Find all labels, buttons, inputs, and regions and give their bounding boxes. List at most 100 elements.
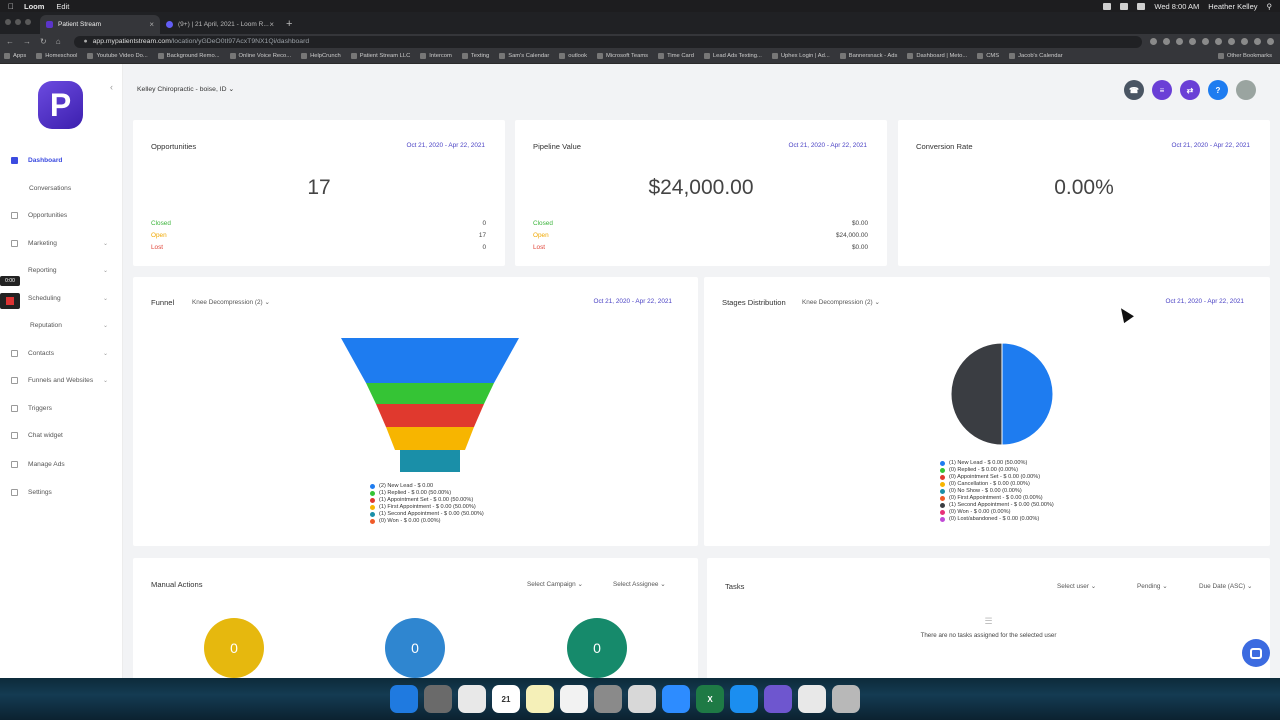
bookmark-item[interactable]: Time Card	[658, 53, 694, 59]
bookmark-item[interactable]: Intercom	[420, 53, 452, 59]
extension-icon[interactable]	[1228, 38, 1235, 45]
menu-dots-icon[interactable]	[1267, 38, 1274, 45]
bookmark-item[interactable]: Background Remo...	[157, 53, 220, 59]
sidebar-item-marketing[interactable]: Marketing ⌄	[0, 233, 123, 253]
browser-tab-active[interactable]: Patient Stream ×	[40, 15, 160, 34]
legend-item[interactable]: (0) Won - $ 0.00 (0.00%)	[940, 509, 1054, 516]
sidebar-item-funnels[interactable]: Funnels and Websites ⌄	[0, 370, 123, 390]
window-controls[interactable]	[5, 19, 31, 25]
date-range[interactable]: Oct 21, 2020 - Apr 22, 2021	[1165, 298, 1244, 305]
pipeline-dropdown[interactable]: Knee Decompression (2) ⌄	[192, 298, 270, 306]
bookmark-item[interactable]: Microsoft Teams	[596, 53, 648, 59]
funnel-stage-appointment-set[interactable]	[376, 404, 484, 427]
profile-avatar-icon[interactable]	[1254, 38, 1261, 45]
browser-tab[interactable]: (9+) | 21 April, 2021 - Loom R... ×	[160, 15, 280, 34]
forward-icon[interactable]: →	[23, 37, 31, 46]
avatar[interactable]	[1236, 80, 1256, 100]
extension-icon[interactable]	[1176, 38, 1183, 45]
bookmark-item[interactable]: outlook	[559, 53, 587, 59]
bookmark-item[interactable]: Bannersnack - Ads	[839, 53, 897, 59]
sort-dropdown[interactable]: Due Date (ASC) ⌄	[1199, 582, 1252, 590]
dock-app-icon[interactable]	[764, 685, 792, 713]
dock-app-icon[interactable]	[798, 685, 826, 713]
manual-action-count[interactable]: 0	[385, 618, 445, 678]
location-selector[interactable]: Kelley Chiropractic - boise, ID ⌄	[137, 85, 234, 93]
home-icon[interactable]: ⌂	[56, 37, 61, 46]
bookmark-item[interactable]: Sam's Calendar	[499, 53, 549, 59]
extension-icon[interactable]	[1241, 38, 1248, 45]
spotlight-icon[interactable]: ⚲	[1267, 2, 1273, 11]
sidebar-item-manage-ads[interactable]: Manage Ads	[0, 454, 123, 474]
sidebar-item-triggers[interactable]: Triggers	[0, 398, 123, 418]
recorder-timer[interactable]: 0:00	[0, 276, 20, 286]
date-range[interactable]: Oct 21, 2020 - Apr 22, 2021	[788, 142, 867, 149]
status-dropdown[interactable]: Pending ⌄	[1137, 582, 1168, 590]
sidebar-item-chat-widget[interactable]: Chat widget	[0, 425, 123, 445]
sidebar-item-conversations[interactable]: Conversations	[0, 178, 123, 198]
close-tab-icon[interactable]: ×	[149, 20, 154, 29]
bookmark-item[interactable]: Jacob's Calendar	[1009, 53, 1063, 59]
dock-app-icon[interactable]	[594, 685, 622, 713]
bookmark-item[interactable]: Uphex Login | Ad...	[771, 53, 830, 59]
dock-app-icon[interactable]	[390, 685, 418, 713]
dock-app-icon[interactable]	[526, 685, 554, 713]
dock-app-icon[interactable]	[560, 685, 588, 713]
dock-app-icon[interactable]	[662, 685, 690, 713]
battery-icon[interactable]	[1137, 2, 1146, 10]
bookmark-item[interactable]: HelpCrunch	[301, 53, 341, 59]
switch-icon[interactable]: ⇄	[1180, 80, 1200, 100]
date-range[interactable]: Oct 21, 2020 - Apr 22, 2021	[1171, 142, 1250, 149]
user-dropdown[interactable]: Select user ⌄	[1057, 582, 1096, 590]
sidebar-item-settings[interactable]: Settings	[0, 482, 123, 502]
help-icon[interactable]: ?	[1208, 80, 1228, 100]
sidebar-item-reputation[interactable]: Reputation ⌄	[0, 315, 123, 335]
extension-icon[interactable]	[1202, 38, 1209, 45]
extension-icon[interactable]	[1163, 38, 1170, 45]
bookmark-item[interactable]: Lead Ads Texting...	[703, 53, 762, 59]
dock-app-icon[interactable]	[832, 685, 860, 713]
dock-app-icon[interactable]	[458, 685, 486, 713]
legend-item[interactable]: (1) Appointment Set - $ 0.00 (50.00%)	[370, 497, 484, 504]
legend-item[interactable]: (2) New Lead - $ 0.00	[370, 483, 484, 490]
url-field[interactable]: ● app.mypatientstream.com/location/yGDeO…	[73, 35, 1142, 48]
sidebar-item-contacts[interactable]: Contacts ⌄	[0, 343, 123, 363]
pie-slice-second-appointment[interactable]	[950, 342, 1003, 446]
other-bookmarks[interactable]: Other Bookmarks	[1217, 53, 1272, 59]
apple-icon[interactable]: 	[8, 2, 14, 11]
legend-item[interactable]: (0) Replied - $ 0.00 (0.00%)	[940, 467, 1054, 474]
funnel-stage-first-appointment[interactable]	[386, 427, 474, 450]
legend-item[interactable]: (0) First Appointment - $ 0.00 (0.00%)	[940, 495, 1054, 502]
extension-icon[interactable]	[1189, 38, 1196, 45]
funnel-stage-new-lead[interactable]	[341, 338, 519, 383]
extension-icon[interactable]	[1215, 38, 1222, 45]
new-tab-icon[interactable]: +	[286, 18, 292, 30]
manual-action-count[interactable]: 0	[204, 618, 264, 678]
legend-item[interactable]: (1) Second Appointment - $ 0.00 (50.00%)	[940, 502, 1054, 509]
bookmark-item[interactable]: CMS	[977, 53, 999, 59]
status-icon[interactable]	[1103, 2, 1112, 10]
menubar-user[interactable]: Heather Kelley	[1208, 2, 1257, 11]
close-tab-icon[interactable]: ×	[269, 20, 274, 29]
chat-launcher-button[interactable]	[1242, 639, 1270, 667]
date-range[interactable]: Oct 21, 2020 - Apr 22, 2021	[406, 142, 485, 149]
menu-edit[interactable]: Edit	[56, 2, 69, 11]
phone-icon[interactable]: ☎	[1124, 80, 1144, 100]
dock-app-icon[interactable]: 21	[492, 685, 520, 713]
manual-action-count[interactable]: 0	[567, 618, 627, 678]
date-range[interactable]: Oct 21, 2020 - Apr 22, 2021	[593, 298, 672, 305]
legend-item[interactable]: (1) Replied - $ 0.00 (50.00%)	[370, 490, 484, 497]
dock-app-icon[interactable]: X	[696, 685, 724, 713]
assignee-dropdown[interactable]: Select Assignee ⌄	[613, 580, 666, 588]
dock-app-icon[interactable]	[730, 685, 758, 713]
sidebar-item-opportunities[interactable]: Opportunities	[0, 205, 123, 225]
wifi-icon[interactable]	[1120, 2, 1129, 10]
logo[interactable]: P	[38, 81, 83, 129]
back-icon[interactable]: ←	[6, 37, 14, 46]
dock-app-icon[interactable]	[628, 685, 656, 713]
collapse-sidebar-icon[interactable]: ‹	[110, 82, 113, 92]
pipeline-dropdown[interactable]: Knee Decompression (2) ⌄	[802, 298, 880, 306]
legend-item[interactable]: (1) First Appointment - $ 0.00 (50.00%)	[370, 504, 484, 511]
bookmark-item[interactable]: Online Voice Reco...	[229, 53, 291, 59]
bookmark-item[interactable]: Homeschool	[36, 53, 77, 59]
campaign-dropdown[interactable]: Select Campaign ⌄	[527, 580, 583, 588]
